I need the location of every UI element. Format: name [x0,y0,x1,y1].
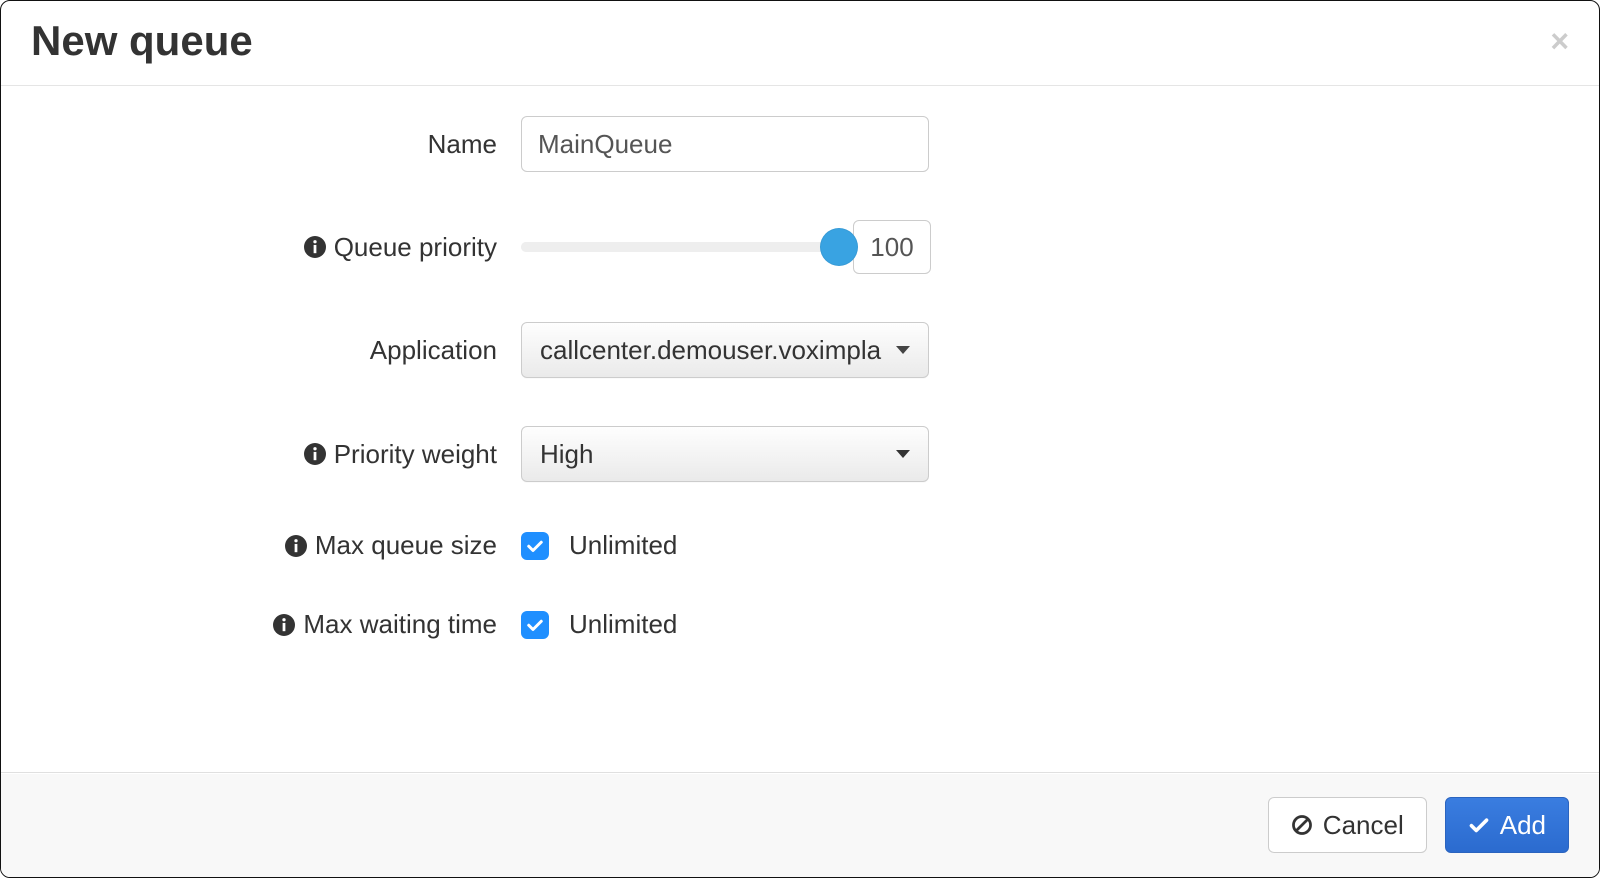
queue-priority-slider[interactable] [521,242,839,252]
max-waiting-time-unlimited-checkbox[interactable] [521,611,549,639]
cancel-button[interactable]: Cancel [1268,797,1427,853]
max-waiting-time-unlimited-label: Unlimited [569,609,677,640]
label-application-text: Application [370,335,497,366]
application-select[interactable]: callcenter.demouser.voximpla [521,322,929,378]
control-queue-priority [521,220,931,274]
row-priority-weight: Priority weight High [31,426,1569,482]
row-queue-priority: Queue priority [31,220,1569,274]
modal-body: Name Queue priority [1,86,1599,772]
chevron-down-icon [896,450,910,458]
row-application: Application callcenter.demouser.voximpla [31,322,1569,378]
row-max-queue-size: Max queue size Unlimited [31,530,1569,561]
info-icon[interactable] [304,443,326,465]
control-application: callcenter.demouser.voximpla [521,322,929,378]
info-icon[interactable] [285,535,307,557]
label-name-text: Name [428,129,497,160]
close-icon[interactable]: × [1550,25,1569,57]
label-max-queue-size-text: Max queue size [315,530,497,561]
name-input[interactable] [521,116,929,172]
label-queue-priority-text: Queue priority [334,232,497,263]
label-priority-weight: Priority weight [31,439,521,470]
info-icon[interactable] [304,236,326,258]
modal-footer: Cancel Add [1,772,1599,877]
max-queue-size-unlimited-label: Unlimited [569,530,677,561]
control-max-queue-size: Unlimited [521,530,677,561]
modal-title: New queue [31,17,253,65]
label-max-waiting-time-text: Max waiting time [303,609,497,640]
slider-fill [521,242,839,252]
add-button[interactable]: Add [1445,797,1569,853]
label-name: Name [31,129,521,160]
info-icon[interactable] [273,614,295,636]
label-max-waiting-time: Max waiting time [31,609,521,640]
cancel-button-label: Cancel [1323,812,1404,838]
ban-icon [1291,814,1313,836]
checkmark-icon [1468,814,1490,836]
application-selected-text: callcenter.demouser.voximpla [540,335,881,365]
new-queue-modal: New queue × Name Queue priority [0,0,1600,878]
label-max-queue-size: Max queue size [31,530,521,561]
row-name: Name [31,116,1569,172]
control-priority-weight: High [521,426,929,482]
priority-weight-select[interactable]: High [521,426,929,482]
row-max-waiting-time: Max waiting time Unlimited [31,609,1569,640]
priority-weight-selected-text: High [540,439,593,469]
modal-header: New queue × [1,1,1599,86]
label-priority-weight-text: Priority weight [334,439,497,470]
control-name [521,116,929,172]
label-queue-priority: Queue priority [31,232,521,263]
label-application: Application [31,335,521,366]
control-max-waiting-time: Unlimited [521,609,677,640]
slider-thumb[interactable] [820,228,858,266]
max-queue-size-unlimited-checkbox[interactable] [521,532,549,560]
add-button-label: Add [1500,812,1546,838]
queue-priority-value-input[interactable] [853,220,931,274]
chevron-down-icon [896,346,910,354]
